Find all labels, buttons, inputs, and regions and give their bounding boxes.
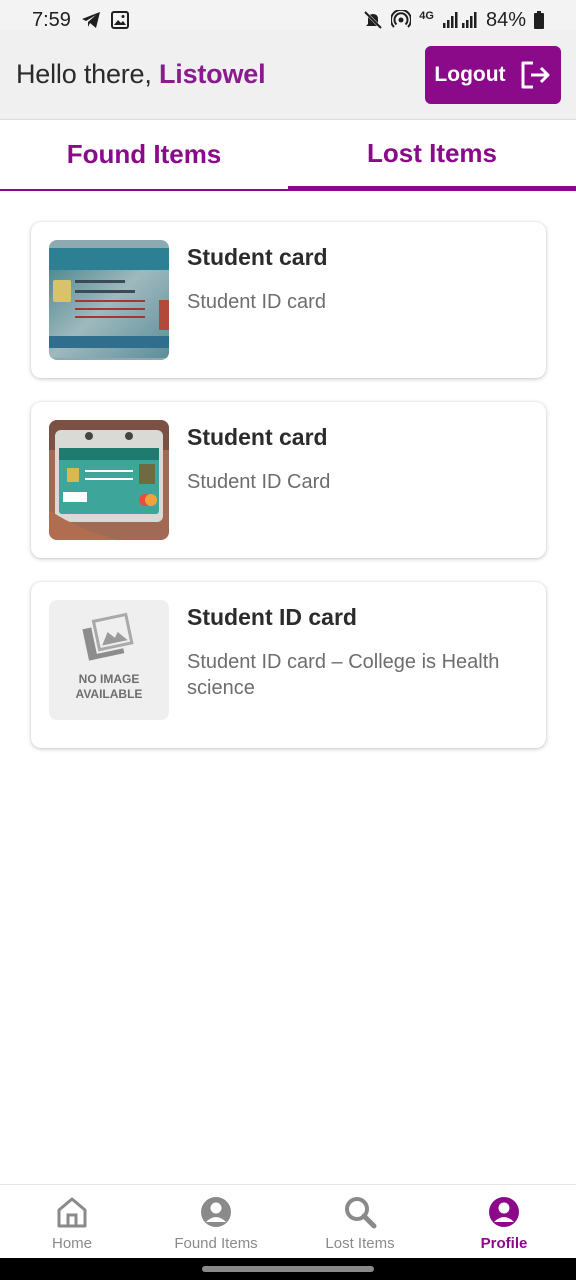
mute-icon: [363, 10, 383, 30]
item-card[interactable]: Student card Student ID card: [31, 222, 546, 378]
status-right: 4G 84%: [363, 9, 544, 32]
nav-label: Profile: [480, 1235, 528, 1252]
item-card[interactable]: NO IMAGE AVAILABLE Student ID card Stude…: [31, 582, 546, 748]
status-time: 7:59: [32, 8, 71, 31]
nav-label: Found Items: [174, 1235, 258, 1252]
signal-icon: [442, 11, 478, 29]
battery-icon: [534, 11, 544, 29]
no-image-text: NO IMAGE AVAILABLE: [75, 672, 143, 701]
network-type: 4G: [419, 10, 434, 22]
logout-label: Logout: [434, 62, 506, 86]
user-circle-icon: [199, 1195, 233, 1229]
item-title: Student ID card: [187, 604, 357, 630]
system-gesture-bar: [0, 1258, 576, 1280]
tab-label: Lost Items: [366, 137, 498, 168]
item-title: Student card: [187, 424, 328, 450]
nav-label: Home: [51, 1235, 92, 1252]
gesture-handle[interactable]: [202, 1266, 374, 1272]
bottom-nav: Home Found Items Lost Items Profile: [0, 1184, 576, 1259]
profile-icon: [487, 1195, 521, 1229]
logout-button[interactable]: Logout: [425, 45, 561, 104]
username: Listowel: [158, 59, 266, 89]
nav-found-items[interactable]: Found Items: [144, 1185, 288, 1259]
item-card[interactable]: Student card Student ID Card: [31, 402, 546, 558]
nav-profile[interactable]: Profile: [432, 1185, 576, 1259]
tab-lost-items[interactable]: Lost Items: [288, 120, 576, 191]
status-left: 7:59: [32, 9, 129, 32]
item-description: Student ID card – College is Health scie…: [187, 651, 500, 699]
item-thumbnail: [49, 420, 169, 540]
nav-lost-items[interactable]: Lost Items: [288, 1185, 432, 1259]
tab-found-items[interactable]: Found Items: [0, 120, 288, 191]
greeting: Hello there, Listowel: [16, 59, 266, 90]
item-thumbnail: NO IMAGE AVAILABLE: [49, 600, 169, 720]
nav-home[interactable]: Home: [0, 1185, 144, 1259]
gallery-icon: [110, 11, 129, 29]
search-icon: [343, 1195, 377, 1229]
hotspot-icon: [391, 10, 412, 30]
app-header: Hello there, Listowel Logout: [0, 30, 576, 120]
item-thumbnail: [49, 240, 169, 360]
logout-icon: [520, 60, 552, 90]
telegram-icon: [81, 11, 101, 29]
image-placeholder-icon: [79, 612, 139, 666]
home-icon: [55, 1195, 89, 1229]
tab-label: Found Items: [66, 139, 222, 169]
no-image-placeholder: NO IMAGE AVAILABLE: [49, 600, 169, 720]
item-description: Student ID card: [187, 291, 326, 313]
item-title: Student card: [187, 244, 328, 270]
greeting-text: Hello there,: [16, 59, 152, 89]
tab-bar: Found Items Lost Items: [0, 120, 576, 191]
battery-percent: 84%: [485, 8, 526, 31]
item-description: Student ID Card: [187, 471, 331, 493]
nav-label: Lost Items: [325, 1235, 395, 1252]
